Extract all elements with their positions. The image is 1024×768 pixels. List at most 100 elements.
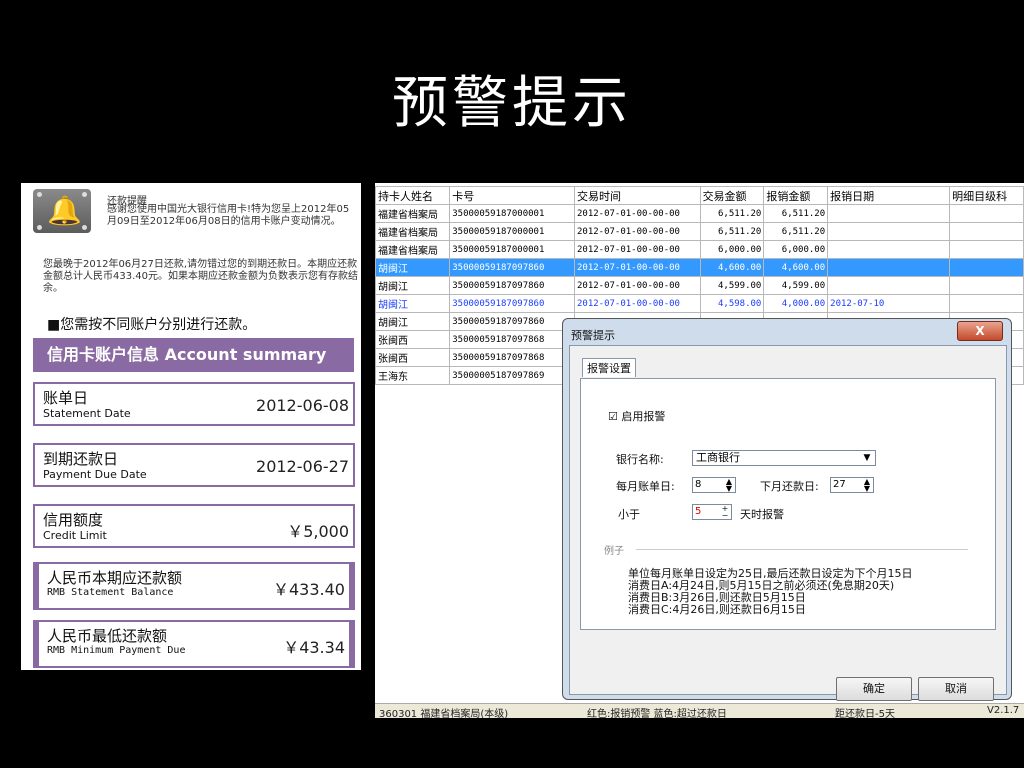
row-label-zh: 到期还款日 xyxy=(43,450,119,468)
spin-arrows-icon[interactable]: ▲ ▼ xyxy=(861,478,873,493)
table-cell: 4,599.00 xyxy=(699,276,765,295)
table-row[interactable]: 福建省档案局 35000059187000001 2012-07-01-00-00-… xyxy=(375,240,1024,259)
close-button[interactable]: X xyxy=(957,321,1003,341)
row-value: ￥43.34 xyxy=(283,638,345,657)
chevron-down-icon[interactable]: ▼ xyxy=(860,452,874,464)
row-label-en: RMB Minimum Payment Due xyxy=(47,645,186,656)
table-cell xyxy=(827,222,951,241)
status-version: V2.1.7 xyxy=(987,705,1020,716)
table-cell: 2012-07-01-00-00-00 xyxy=(574,222,701,241)
bank-name-label: 银行名称: xyxy=(616,453,664,466)
table-cell xyxy=(949,294,1024,313)
sub-note: ■您需按不同账户分别进行还款。 xyxy=(47,317,257,333)
spin-arrows-icon[interactable]: + − xyxy=(719,505,731,520)
row-label-en: Payment Due Date xyxy=(43,468,147,481)
slide-title: 预警提示 xyxy=(392,71,632,136)
tab-alert-settings[interactable]: 报警设置 xyxy=(582,358,636,377)
example-divider xyxy=(636,549,968,550)
table-cell: 35000059187000001 xyxy=(449,204,575,223)
days-alert-label: 天时报警 xyxy=(740,508,784,521)
row-label-en: Statement Date xyxy=(43,407,131,420)
dialog-body: 报警设置 ☑ 启用报警 银行名称: 工商银行 ▼ 每月账单日: 8 ▲ ▼ 下月还… xyxy=(569,345,1007,701)
table-cell: 福建省档案局 xyxy=(375,222,451,241)
col-reimburse-amount[interactable]: 报销金额 xyxy=(763,186,829,205)
table-cell: 35000059187097860 xyxy=(449,258,575,277)
bill-day-stepper[interactable]: 8 ▲ ▼ xyxy=(692,477,736,493)
alert-days-value: 5 xyxy=(695,506,702,517)
table-cell xyxy=(949,258,1024,277)
row-label-en: RMB Statement Balance xyxy=(47,587,174,598)
table-row[interactable]: 胡闽江 35000059187097860 2012-07-01-00-00-00 4… xyxy=(375,276,1024,295)
account-summary-header: 信用卡账户信息 Account summary xyxy=(33,338,354,372)
col-trade-amount[interactable]: 交易金额 xyxy=(699,186,765,205)
bill-day-value: 8 xyxy=(695,479,702,490)
table-cell: 35000005187097869 xyxy=(449,366,575,385)
table-cell: 2012-07-01-00-00-00 xyxy=(574,258,701,277)
table-cell: 35000059187097860 xyxy=(449,294,575,313)
example-line: 消费日C:4月26日,则还款日6月15日 xyxy=(628,603,806,616)
table-cell: 35000059187097868 xyxy=(449,330,575,349)
row-label-zh: 信用额度 xyxy=(43,511,104,529)
table-cell: 2012-07-01-00-00-00 xyxy=(574,276,701,295)
status-bar: 360301 福建省档案局(本级) 红色:报销预警 蓝色:超过还款日 距还款日-… xyxy=(375,703,1024,718)
summary-row-credit-limit: 信用额度 Credit Limit ￥5,000 xyxy=(33,504,355,548)
row-value: ￥433.40 xyxy=(273,580,345,599)
table-cell: 胡闽江 xyxy=(375,276,451,295)
table-cell: 2012-07-01-00-00-00 xyxy=(574,294,701,313)
alert-days-stepper[interactable]: 5 + − xyxy=(692,504,732,520)
table-cell: 2012-07-01-00-00-00 xyxy=(574,204,701,223)
table-cell: 胡闽江 xyxy=(375,258,451,277)
table-cell: 王海东 xyxy=(375,366,451,385)
table-cell: 2012-07-10 xyxy=(827,294,951,313)
bank-name-value: 工商银行 xyxy=(696,451,740,464)
table-cell xyxy=(949,222,1024,241)
status-legend: 红色:报销预警 蓝色:超过还款日 xyxy=(587,709,727,718)
table-cell: 6,511.20 xyxy=(699,204,765,223)
table-cell: 胡闽江 xyxy=(375,294,451,313)
table-cell: 35000059187097868 xyxy=(449,348,575,367)
table-cell xyxy=(949,276,1024,295)
col-holder-name[interactable]: 持卡人姓名 xyxy=(375,186,451,205)
table-cell: 张闽西 xyxy=(375,330,451,349)
spin-arrows-icon[interactable]: ▲ ▼ xyxy=(723,478,735,493)
table-cell: 4,599.00 xyxy=(763,276,829,295)
summary-row-statement-date: 账单日 Statement Date 2012-06-08 xyxy=(33,382,355,426)
col-detail-subject[interactable]: 明细目级科 xyxy=(949,186,1024,205)
table-cell: 6,000.00 xyxy=(699,240,765,259)
table-cell: 35000059187000001 xyxy=(449,222,575,241)
cancel-button[interactable]: 取消 xyxy=(918,677,994,701)
table-cell: 福建省档案局 xyxy=(375,240,451,259)
row-value: 2012-06-08 xyxy=(256,396,349,415)
table-cell: 35000059187097860 xyxy=(449,312,575,331)
example-text: 单位每月账单日设定为25日,最后还款日设定为下个月15日 消费日A:4月24日,… xyxy=(628,568,913,616)
row-value: ￥5,000 xyxy=(287,522,349,541)
table-row[interactable]: 福建省档案局 35000059187000001 2012-07-01-00-00-… xyxy=(375,222,1024,241)
table-header-row: 持卡人姓名 卡号 交易时间 交易金额 报销金额 报销日期 明细目级科 xyxy=(375,186,1024,205)
due-notice: 您最晚于2012年06月27日还款,请勿错过您的到期还款日。本期应还款金额总计人… xyxy=(43,259,358,294)
table-row[interactable]: 福建省档案局 35000059187000001 2012-07-01-00-00-… xyxy=(375,204,1024,223)
checkbox-icon: ☑ xyxy=(608,410,618,423)
table-cell: 6,000.00 xyxy=(763,240,829,259)
ok-button[interactable]: 确定 xyxy=(836,677,912,701)
row-label-zh: 人民币最低还款额 xyxy=(47,627,168,645)
col-reimburse-date[interactable]: 报销日期 xyxy=(827,186,951,205)
due-day-label: 下月还款日: xyxy=(760,480,819,493)
table-cell xyxy=(827,240,951,259)
credit-card-statement: 🔔 还款提醒 感谢您使用中国光大银行信用卡!特为您呈上2012年05月09日至2… xyxy=(21,183,361,670)
dialog-title: 预警提示 xyxy=(571,329,615,342)
col-trade-time[interactable]: 交易时间 xyxy=(574,186,701,205)
col-card-number[interactable]: 卡号 xyxy=(449,186,575,205)
due-day-stepper[interactable]: 27 ▲ ▼ xyxy=(830,477,874,493)
bank-name-select[interactable]: 工商银行 ▼ xyxy=(692,450,876,466)
table-cell: 6,511.20 xyxy=(763,222,829,241)
table-cell: 35000059187097860 xyxy=(449,276,575,295)
enable-alert-label: 启用报警 xyxy=(621,410,666,423)
table-cell: 胡闽江 xyxy=(375,312,451,331)
table-cell xyxy=(949,204,1024,223)
table-row[interactable]: 胡闽江 35000059187097860 2012-07-01-00-00-00 4… xyxy=(375,258,1024,277)
table-row[interactable]: 胡闽江 35000059187097860 2012-07-01-00-00-00 4… xyxy=(375,294,1024,313)
summary-row-minimum-payment: 人民币最低还款额 RMB Minimum Payment Due ￥43.34 xyxy=(33,620,355,668)
enable-alert-checkbox[interactable]: ☑ 启用报警 xyxy=(608,408,665,424)
table-cell: 福建省档案局 xyxy=(375,204,451,223)
table-cell: 4,598.00 xyxy=(699,294,765,313)
